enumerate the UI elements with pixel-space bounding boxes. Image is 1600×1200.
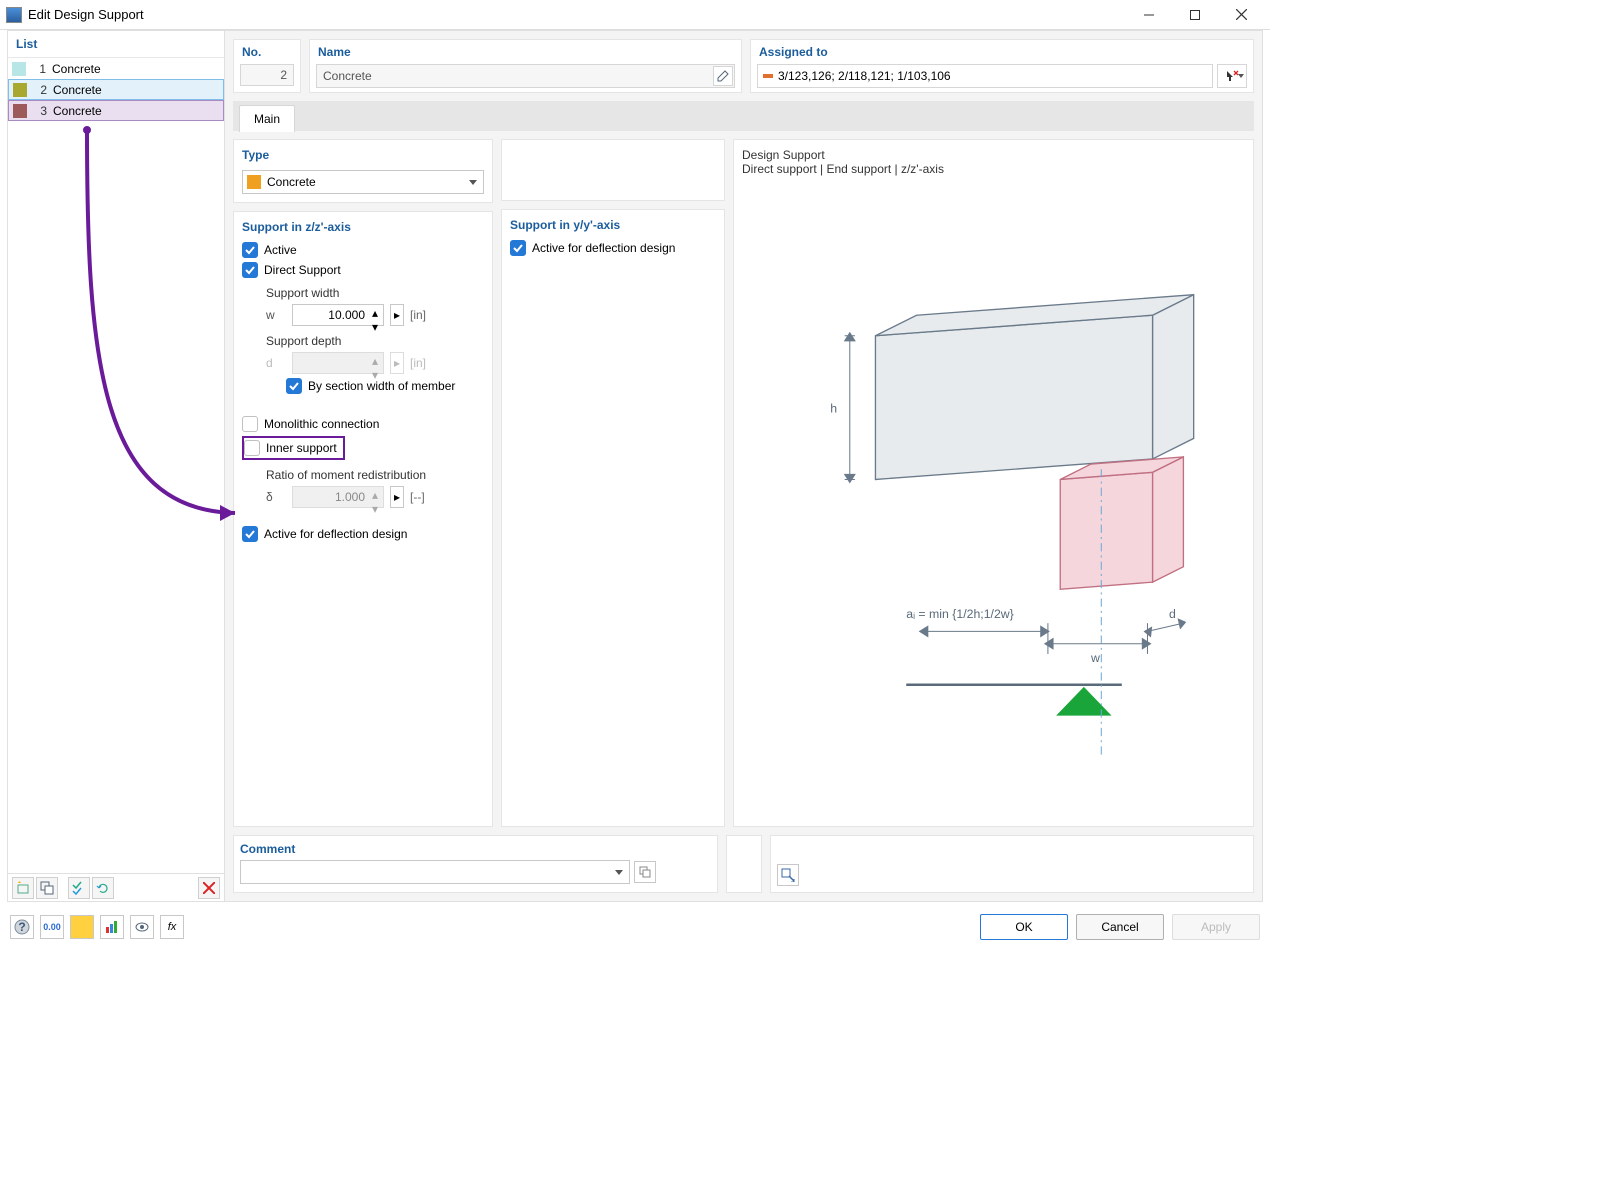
inner-support-highlight: Inner support bbox=[242, 436, 345, 460]
w-unit: [in] bbox=[410, 308, 426, 322]
comment-library-button[interactable] bbox=[634, 861, 656, 883]
assigned-header: Assigned to bbox=[751, 40, 1253, 64]
ratio-unit: [--] bbox=[410, 490, 425, 504]
yy-deflection-checkbox[interactable]: Active for deflection design bbox=[510, 240, 716, 256]
app-icon bbox=[6, 7, 22, 23]
list-rows: 1 Concrete 2 Concrete 3 Concrete bbox=[8, 57, 224, 873]
spin-down[interactable]: ▾ bbox=[368, 320, 382, 334]
d-unit: [in] bbox=[410, 356, 426, 370]
d-var: d bbox=[266, 356, 286, 370]
pick-members-button[interactable] bbox=[1217, 64, 1247, 88]
list-item-label: Concrete bbox=[52, 62, 101, 76]
list-item[interactable]: 1 Concrete bbox=[8, 58, 224, 79]
type-spacer bbox=[501, 139, 725, 201]
reset-button[interactable] bbox=[92, 877, 114, 899]
list-header: List bbox=[8, 31, 224, 57]
list-item-label: Concrete bbox=[53, 83, 102, 97]
tab-main[interactable]: Main bbox=[239, 105, 295, 132]
support-width-label: Support width bbox=[266, 286, 484, 300]
zz-header: Support in z/z'-axis bbox=[242, 220, 484, 234]
spin-up[interactable]: ▴ bbox=[368, 306, 382, 320]
maximize-button[interactable] bbox=[1172, 0, 1218, 30]
no-field: 2 bbox=[240, 64, 294, 86]
new-item-button[interactable] bbox=[12, 877, 34, 899]
support-width-field[interactable]: 10.000 ▴▾ bbox=[292, 304, 384, 326]
type-combo[interactable]: Concrete bbox=[242, 170, 484, 194]
list-item-num: 2 bbox=[31, 83, 47, 97]
units-button[interactable]: 0.00 bbox=[40, 915, 64, 939]
list-item[interactable]: 2 Concrete bbox=[8, 79, 224, 100]
active-checkbox[interactable]: Active bbox=[242, 242, 484, 258]
delta-var: δ bbox=[266, 490, 286, 504]
delete-button[interactable] bbox=[198, 877, 220, 899]
svg-text:h: h bbox=[830, 402, 837, 416]
tab-bar: Main bbox=[233, 101, 1254, 131]
by-section-checkbox[interactable]: By section width of member bbox=[286, 378, 484, 394]
yy-header: Support in y/y'-axis bbox=[510, 218, 716, 232]
direct-support-checkbox[interactable]: Direct Support bbox=[242, 262, 484, 278]
support-yy-section: Support in y/y'-axis Active for deflecti… bbox=[501, 209, 725, 827]
color-swatch bbox=[12, 62, 26, 76]
edit-name-button[interactable] bbox=[713, 66, 733, 86]
support-depth-field: ▴▾ bbox=[292, 352, 384, 374]
svg-text:aᵢ = min {1/2h;1/2w}: aᵢ = min {1/2h;1/2w} bbox=[906, 607, 1014, 621]
svg-text:w: w bbox=[1090, 651, 1100, 665]
support-zz-section: Support in z/z'-axis Active Direct Suppo… bbox=[233, 211, 493, 827]
list-item-num: 3 bbox=[31, 104, 47, 118]
list-item[interactable]: 3 Concrete bbox=[8, 100, 224, 121]
monolithic-checkbox[interactable]: Monolithic connection bbox=[242, 416, 484, 432]
w-var: w bbox=[266, 308, 286, 322]
window-title: Edit Design Support bbox=[28, 7, 1126, 22]
inner-support-checkbox[interactable]: Inner support bbox=[244, 440, 337, 456]
minimize-button[interactable] bbox=[1126, 0, 1172, 30]
close-button[interactable] bbox=[1218, 0, 1264, 30]
step-button: ▸ bbox=[390, 352, 404, 374]
ratio-field: 1.000 ▴▾ bbox=[292, 486, 384, 508]
type-swatch bbox=[247, 175, 261, 189]
comment-header: Comment bbox=[240, 842, 711, 856]
preview-title: Design Support bbox=[742, 148, 1245, 162]
color-button[interactable] bbox=[70, 915, 94, 939]
type-section: Type Concrete bbox=[233, 139, 493, 203]
preview-subtitle: Direct support | End support | z/z'-axis bbox=[742, 162, 1245, 176]
titlebar: Edit Design Support bbox=[0, 0, 1270, 30]
color-swatch bbox=[13, 104, 27, 118]
member-icon bbox=[762, 70, 774, 82]
preview-canvas: h aᵢ = min {1/2h;1/2w} w bbox=[742, 182, 1245, 818]
ratio-label: Ratio of moment redistribution bbox=[266, 468, 484, 482]
assigned-field[interactable]: 3/123,126; 2/118,121; 1/103,106 bbox=[757, 64, 1213, 88]
help-button[interactable]: ? bbox=[10, 915, 34, 939]
view-button[interactable] bbox=[130, 915, 154, 939]
zz-deflection-checkbox[interactable]: Active for deflection design bbox=[242, 526, 484, 542]
graphics-button[interactable] bbox=[100, 915, 124, 939]
step-button[interactable]: ▸ bbox=[390, 304, 404, 326]
name-field[interactable]: Concrete bbox=[316, 64, 735, 88]
name-header: Name bbox=[310, 40, 741, 64]
comment-field[interactable] bbox=[240, 860, 630, 884]
svg-text:?: ? bbox=[18, 920, 25, 934]
apply-button[interactable]: Apply bbox=[1172, 914, 1260, 940]
no-header: No. bbox=[234, 40, 300, 64]
formula-button[interactable]: fx bbox=[160, 915, 184, 939]
list-item-num: 1 bbox=[30, 62, 46, 76]
copy-item-button[interactable] bbox=[36, 877, 58, 899]
cancel-button[interactable]: Cancel bbox=[1076, 914, 1164, 940]
svg-text:d: d bbox=[1169, 607, 1176, 621]
check-all-button[interactable] bbox=[68, 877, 90, 899]
type-header: Type bbox=[242, 148, 484, 162]
list-item-label: Concrete bbox=[53, 104, 102, 118]
support-depth-label: Support depth bbox=[266, 334, 484, 348]
color-swatch bbox=[13, 83, 27, 97]
ok-button[interactable]: OK bbox=[980, 914, 1068, 940]
step-button[interactable]: ▸ bbox=[390, 486, 404, 508]
view-settings-button[interactable] bbox=[777, 864, 799, 886]
